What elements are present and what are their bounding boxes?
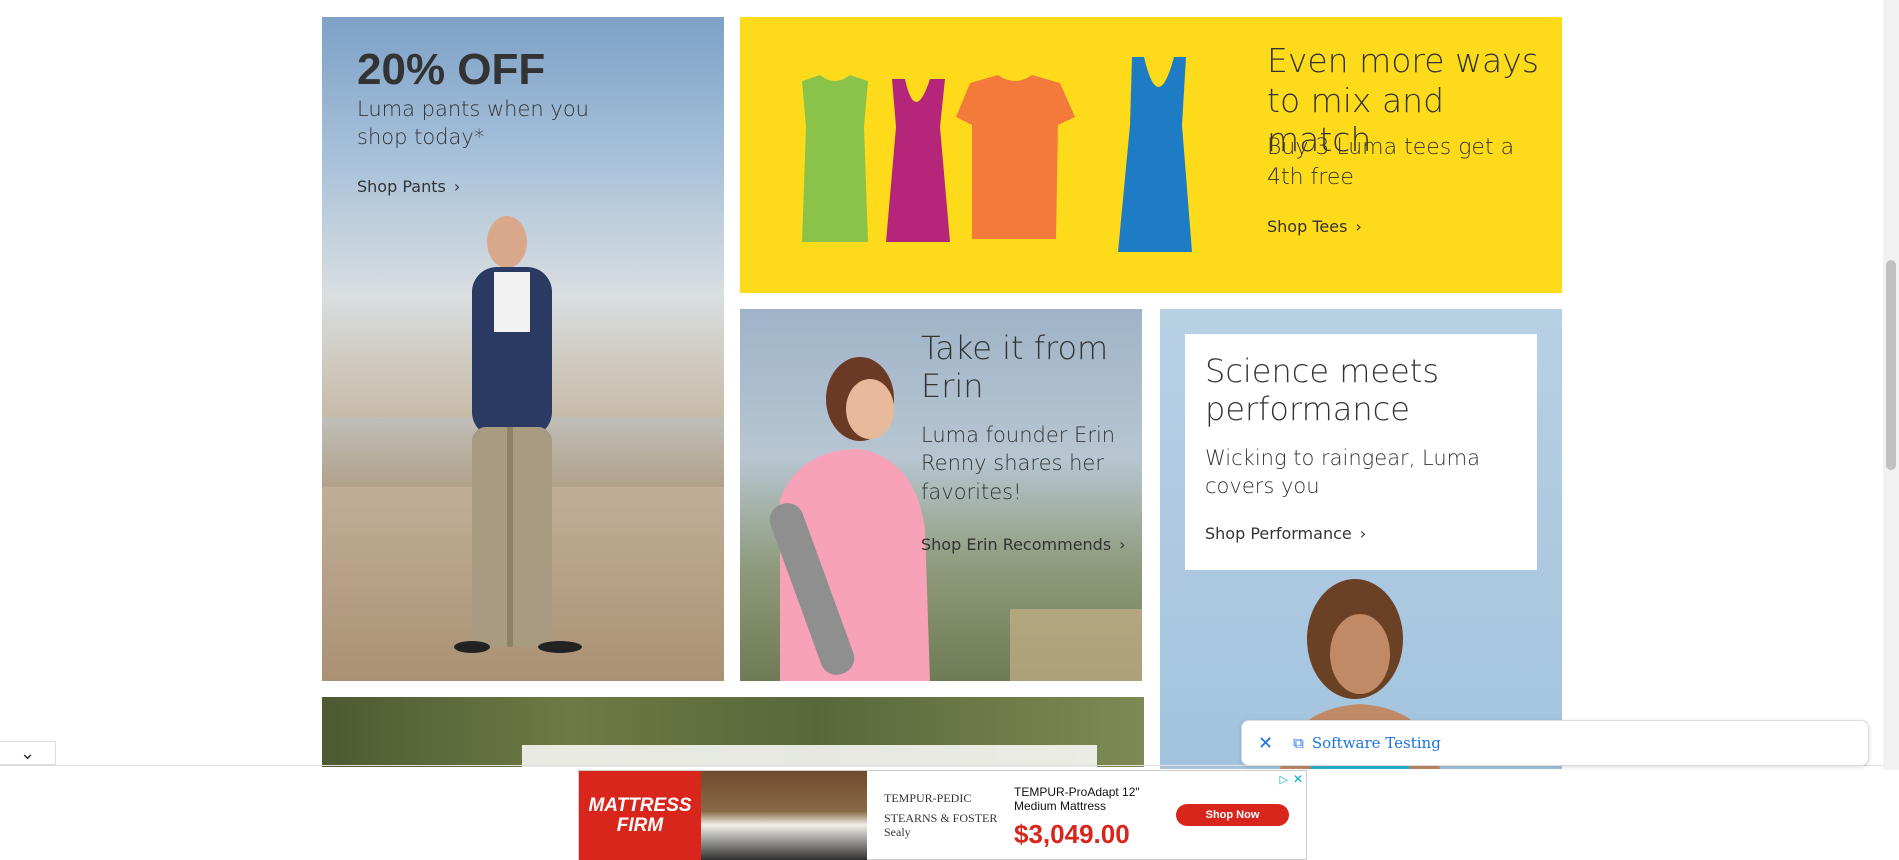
performance-subtitle: Wicking to raingear, Luma covers you	[1205, 446, 1481, 499]
shop-now-button[interactable]: Shop Now	[1176, 804, 1289, 826]
mattress-image	[701, 771, 867, 860]
pants-promo-tile[interactable]: 20% OFF Luma pants when you shop today* …	[322, 17, 724, 681]
scrollbar-thumb[interactable]	[1886, 260, 1896, 470]
performance-promo-tile[interactable]: Science meets performance Wicking to rai…	[1160, 309, 1562, 769]
software-testing-popup[interactable]: ✕ ⧉ Software Testing	[1241, 720, 1869, 766]
erin-promo-tile[interactable]: Take it from Erin Luma founder Erin Renn…	[740, 309, 1142, 681]
sealy-brand: Sealy	[884, 825, 911, 839]
ad-close-icon[interactable]: ✕	[1293, 772, 1303, 786]
forest-text-panel	[522, 745, 1097, 767]
page: 20% OFF Luma pants when you shop today* …	[0, 0, 1899, 860]
chevron-right-icon: ›	[453, 177, 461, 196]
stearns-foster-brand: STEARNS & FOSTER	[884, 811, 998, 825]
tees-illustration	[802, 57, 1192, 252]
close-icon[interactable]: ✕	[1258, 733, 1273, 754]
performance-card: Science meets performance Wicking to rai…	[1185, 334, 1537, 570]
erin-subtitle: Luma founder Erin Renny shares her favor…	[921, 423, 1116, 504]
shop-erin-recommends-link[interactable]: Shop Erin Recommends ›	[921, 535, 1126, 554]
device-icon: ⧉	[1293, 734, 1304, 752]
shop-performance-label: Shop Performance	[1205, 524, 1352, 543]
pants-subtitle: Luma pants when you shop today*	[357, 97, 589, 150]
chevron-down-icon: ⌄	[19, 742, 36, 764]
ad-price: $3,049.00	[1014, 819, 1130, 849]
performance-title: Science meets performance	[1205, 352, 1439, 429]
shop-performance-link[interactable]: Shop Performance ›	[1205, 524, 1366, 543]
adchoices-icon[interactable]: ▷	[1280, 773, 1288, 786]
tees-promo-tile[interactable]: Even more ways to mix and match Buy 3 Lu…	[740, 17, 1562, 293]
shop-erin-recommends-label: Shop Erin Recommends	[921, 535, 1112, 554]
mattress-firm-logo: MATTRESS FIRM	[579, 771, 701, 860]
page-scrollbar[interactable]	[1883, 0, 1899, 770]
forest-promo-tile[interactable]	[322, 697, 1144, 767]
mattress-ad-banner[interactable]: MATTRESS FIRM TEMPUR-PEDIC STEARNS & FOS…	[578, 770, 1307, 860]
shop-tees-label: Shop Tees	[1267, 217, 1348, 236]
chevron-right-icon: ›	[1359, 524, 1367, 543]
erin-title: Take it from Erin	[921, 329, 1109, 406]
chevron-right-icon: ›	[1119, 535, 1126, 554]
shop-tees-link[interactable]: Shop Tees ›	[1267, 217, 1362, 236]
discount-headline: 20% OFF	[357, 45, 546, 94]
collapse-chevron-button[interactable]: ⌄	[0, 741, 56, 765]
software-testing-link[interactable]: Software Testing	[1312, 734, 1441, 752]
tees-subtitle: Buy 3 Luma tees get a 4th free	[1267, 135, 1515, 190]
ad-product-name: TEMPUR-ProAdapt 12" Medium Mattress	[1014, 785, 1140, 813]
tempur-pedic-brand: TEMPUR-PEDIC	[884, 791, 972, 805]
shop-pants-label: Shop Pants	[357, 177, 446, 196]
shop-pants-link[interactable]: Shop Pants ›	[357, 177, 460, 196]
partner-brands: TEMPUR-PEDIC STEARNS & FOSTER Sealy	[884, 791, 1004, 839]
chevron-right-icon: ›	[1355, 217, 1362, 236]
